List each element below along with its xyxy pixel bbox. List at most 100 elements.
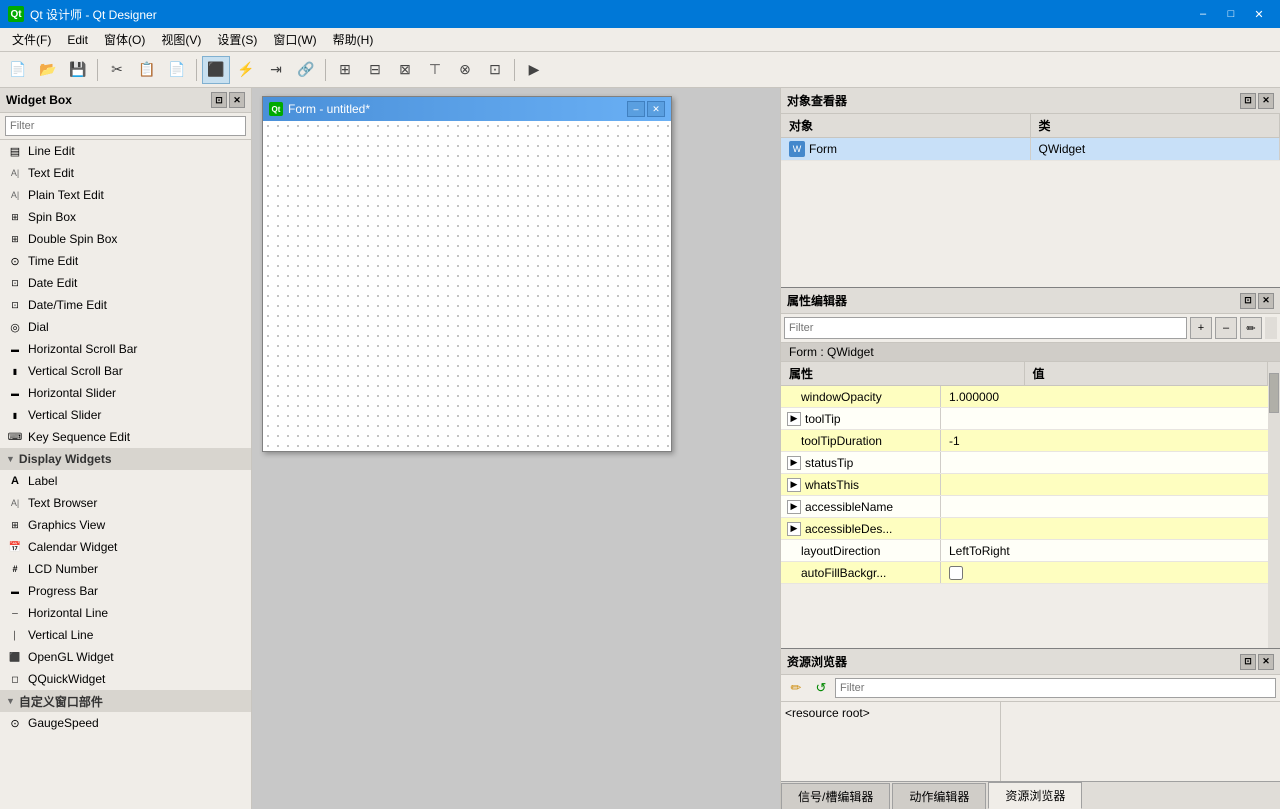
canvas-area[interactable]: Qt Form - untitled* – ✕ (252, 88, 780, 809)
autofill-checkbox[interactable] (949, 566, 963, 580)
property-scrollbar-thumb[interactable] (1269, 373, 1279, 413)
widget-item-text-edit[interactable]: A| Text Edit (0, 162, 251, 184)
toolbar-tab-order[interactable]: ⇥ (262, 56, 290, 84)
category-display-widgets[interactable]: Display Widgets (0, 448, 251, 470)
widget-item-text-browser[interactable]: A| Text Browser (0, 492, 251, 514)
toolbar-layout-grid[interactable]: ⊠ (391, 56, 419, 84)
toolbar-signals[interactable]: ⚡ (232, 56, 260, 84)
menu-settings[interactable]: 设置(S) (209, 29, 265, 50)
prop-row-tooltip-duration[interactable]: toolTipDuration -1 (781, 430, 1268, 452)
prop-name-whats-this: ▶ whatsThis (781, 474, 941, 495)
widget-box-header-buttons: ⊡ ✕ (211, 92, 245, 108)
property-editor-close-btn[interactable]: ✕ (1258, 293, 1274, 309)
widget-item-graphics-view[interactable]: ⊞ Graphics View (0, 514, 251, 536)
widget-item-date-edit[interactable]: ⊡ Date Edit (0, 272, 251, 294)
maximize-button[interactable]: □ (1218, 5, 1244, 23)
toolbar-adjust-size[interactable]: ⊡ (481, 56, 509, 84)
widget-item-vscrollbar[interactable]: ▮ Vertical Scroll Bar (0, 360, 251, 382)
property-scrollbar[interactable] (1268, 362, 1280, 648)
widget-item-gauge-speed[interactable]: ⊙ GaugeSpeed (0, 712, 251, 734)
close-button[interactable]: ✕ (1246, 5, 1272, 23)
resource-browser-close-btn[interactable]: ✕ (1258, 654, 1274, 670)
resource-filter-input[interactable] (835, 678, 1276, 698)
tab-actions[interactable]: 动作编辑器 (892, 783, 986, 809)
tab-signals[interactable]: 信号/槽编辑器 (781, 783, 890, 809)
property-remove-btn[interactable]: – (1215, 317, 1237, 339)
widget-item-vline[interactable]: │ Vertical Line (0, 624, 251, 646)
toolbar-open[interactable]: 📂 (34, 56, 62, 84)
widget-item-time-edit[interactable]: ⊙ Time Edit (0, 250, 251, 272)
property-filter-input[interactable] (784, 317, 1187, 339)
widget-item-hline[interactable]: ─ Horizontal Line (0, 602, 251, 624)
toolbar-widget-editor[interactable]: ⬛ (202, 56, 230, 84)
widget-item-dial[interactable]: ◎ Dial (0, 316, 251, 338)
widget-item-label[interactable]: A Label (0, 470, 251, 492)
category-custom-widgets[interactable]: 自定义窗口部件 (0, 690, 251, 712)
prop-row-autofill[interactable]: autoFillBackgr... (781, 562, 1268, 584)
resource-edit-btn[interactable]: ✏ (785, 677, 807, 699)
widget-item-line-edit[interactable]: ▤ Line Edit (0, 140, 251, 162)
toolbar-copy[interactable]: 📋 (133, 56, 161, 84)
minimize-button[interactable]: – (1190, 5, 1216, 23)
toolbar-paste[interactable]: 📄 (163, 56, 191, 84)
toolbar-layout-v[interactable]: ⊟ (361, 56, 389, 84)
widget-item-hscrollbar[interactable]: ▬ Horizontal Scroll Bar (0, 338, 251, 360)
menu-help[interactable]: 帮助(H) (325, 29, 382, 50)
menu-window[interactable]: 窗口(W) (265, 29, 324, 50)
object-inspector-close-btn[interactable]: ✕ (1258, 93, 1274, 109)
widget-item-calendar[interactable]: 📅 Calendar Widget (0, 536, 251, 558)
widget-item-plain-text-edit[interactable]: A| Plain Text Edit (0, 184, 251, 206)
widget-item-lcd[interactable]: # LCD Number (0, 558, 251, 580)
tab-resources[interactable]: 资源浏览器 (988, 782, 1082, 809)
prop-row-whats-this[interactable]: ▶ whatsThis (781, 474, 1268, 496)
prop-expand-tooltip[interactable]: ▶ (787, 412, 801, 426)
prop-row-accessible-desc[interactable]: ▶ accessibleDes... (781, 518, 1268, 540)
menu-view[interactable]: 视图(V) (153, 29, 209, 50)
widget-item-opengl[interactable]: ⬛ OpenGL Widget (0, 646, 251, 668)
widget-item-key-sequence[interactable]: ⌨ Key Sequence Edit (0, 426, 251, 448)
property-table-header: 属性 值 (781, 362, 1268, 386)
widget-item-qquick[interactable]: ◻ QQuickWidget (0, 668, 251, 690)
property-edit-btn[interactable]: ✏ (1240, 317, 1262, 339)
prop-row-status-tip[interactable]: ▶ statusTip (781, 452, 1268, 474)
menu-form[interactable]: 窗体(O) (96, 29, 153, 50)
prop-expand-accessible-desc[interactable]: ▶ (787, 522, 801, 536)
widget-item-progress-bar[interactable]: ▬ Progress Bar (0, 580, 251, 602)
form-minimize-btn[interactable]: – (627, 101, 645, 117)
widget-box-float-btn[interactable]: ⊡ (211, 92, 227, 108)
widget-item-datetime-edit[interactable]: ⊡ Date/Time Edit (0, 294, 251, 316)
form-canvas[interactable] (263, 121, 671, 451)
widget-item-vslider[interactable]: ▮ Vertical Slider (0, 404, 251, 426)
property-editor-float-btn[interactable]: ⊡ (1240, 293, 1256, 309)
widget-item-label: Text Edit (28, 166, 74, 180)
toolbar-break-layout[interactable]: ⊗ (451, 56, 479, 84)
toolbar-preview[interactable]: ▶ (520, 56, 548, 84)
toolbar-new[interactable]: 📄 (4, 56, 32, 84)
widget-item-spin-box[interactable]: ⊞ Spin Box (0, 206, 251, 228)
widget-box-close-btn[interactable]: ✕ (229, 92, 245, 108)
toolbar-save[interactable]: 💾 (64, 56, 92, 84)
toolbar-layout-form[interactable]: ⊤ (421, 56, 449, 84)
prop-row-layout-dir[interactable]: layoutDirection LeftToRight (781, 540, 1268, 562)
prop-expand-whats-this[interactable]: ▶ (787, 478, 801, 492)
prop-expand-accessible-name[interactable]: ▶ (787, 500, 801, 514)
menu-file[interactable]: 文件(F) (4, 29, 59, 50)
resource-browser-float-btn[interactable]: ⊡ (1240, 654, 1256, 670)
object-inspector-float-btn[interactable]: ⊡ (1240, 93, 1256, 109)
toolbar-layout-h[interactable]: ⊞ (331, 56, 359, 84)
prop-row-window-opacity[interactable]: windowOpacity 1.000000 (781, 386, 1268, 408)
toolbar-cut[interactable]: ✂ (103, 56, 131, 84)
toolbar-buddy[interactable]: 🔗 (292, 56, 320, 84)
property-editor: 属性编辑器 ⊡ ✕ + – ✏ Form : QWidget 属性 值 (781, 288, 1280, 649)
form-close-btn[interactable]: ✕ (647, 101, 665, 117)
object-row-form[interactable]: W Form QWidget (781, 138, 1280, 161)
menu-edit[interactable]: Edit (59, 31, 96, 49)
prop-expand-status-tip[interactable]: ▶ (787, 456, 801, 470)
property-add-btn[interactable]: + (1190, 317, 1212, 339)
prop-row-accessible-name[interactable]: ▶ accessibleName (781, 496, 1268, 518)
resource-refresh-btn[interactable]: ↺ (810, 677, 832, 699)
widget-item-double-spin-box[interactable]: ⊞ Double Spin Box (0, 228, 251, 250)
prop-row-tooltip[interactable]: ▶ toolTip (781, 408, 1268, 430)
widget-item-hslider[interactable]: ▬ Horizontal Slider (0, 382, 251, 404)
widget-box-filter-input[interactable] (5, 116, 246, 136)
